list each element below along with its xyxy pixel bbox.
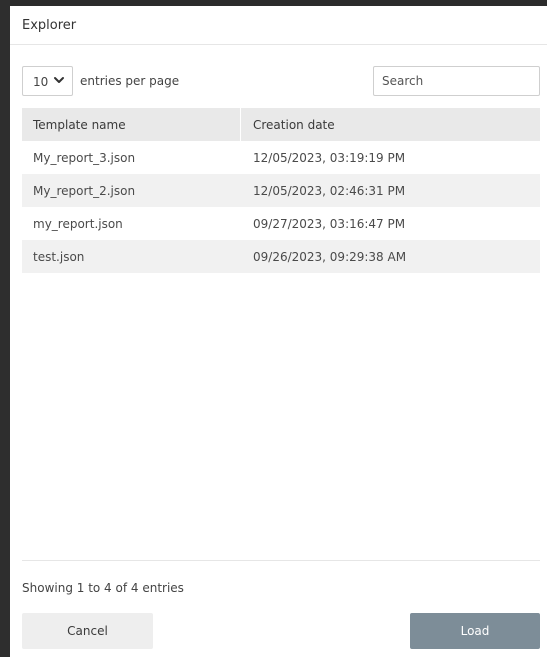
entries-per-page-label: entries per page [80, 74, 180, 88]
page-size-select[interactable]: 10 [22, 66, 73, 96]
column-divider [240, 108, 241, 141]
dialog-title: Explorer [22, 18, 77, 33]
template-name-cell: My_report_3.json [33, 151, 136, 165]
column-header-template-name[interactable]: Template name [33, 118, 126, 132]
load-button[interactable]: Load [410, 613, 540, 649]
table-info: Showing 1 to 4 of 4 entries [22, 581, 184, 595]
table-row[interactable]: test.json 09/26/2023, 09:29:38 AM [22, 240, 540, 273]
template-name-cell: test.json [33, 250, 85, 264]
templates-table: Template name Creation date My_report_3.… [22, 108, 540, 273]
cancel-button[interactable]: Cancel [22, 613, 153, 649]
table-row[interactable]: My_report_2.json 12/05/2023, 02:46:31 PM [22, 174, 540, 207]
column-header-creation-date[interactable]: Creation date [253, 118, 335, 132]
creation-date-cell: 12/05/2023, 02:46:31 PM [253, 184, 406, 198]
chevron-down-icon [54, 77, 64, 83]
backdrop-edge [0, 0, 10, 657]
page-size-value: 10 [33, 75, 49, 89]
template-name-cell: my_report.json [33, 217, 123, 231]
table-row[interactable]: my_report.json 09/27/2023, 03:16:47 PM [22, 207, 540, 240]
footer-divider [22, 560, 540, 561]
creation-date-cell: 09/26/2023, 09:29:38 AM [253, 250, 407, 264]
explorer-dialog: Explorer 10 entries per page Template na… [10, 6, 547, 657]
creation-date-cell: 12/05/2023, 03:19:19 PM [253, 151, 406, 165]
table-row[interactable]: My_report_3.json 12/05/2023, 03:19:19 PM [22, 141, 540, 174]
creation-date-cell: 09/27/2023, 03:16:47 PM [253, 217, 406, 231]
table-header-row: Template name Creation date [22, 108, 540, 141]
search-input[interactable] [373, 66, 540, 96]
dialog-header: Explorer [10, 6, 547, 45]
template-name-cell: My_report_2.json [33, 184, 136, 198]
